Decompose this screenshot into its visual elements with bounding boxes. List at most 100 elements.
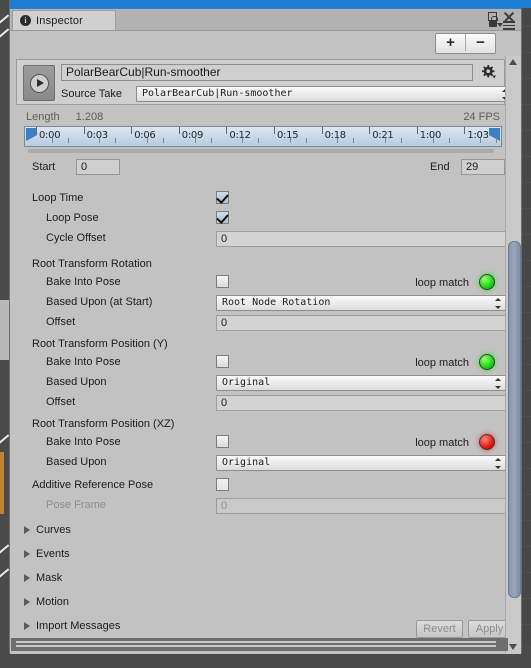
root-position-xz-loopmatch-indicator — [479, 434, 495, 450]
clip-name-input[interactable]: PolarBearCub|Run-smoother — [61, 64, 473, 81]
ruler-minor-tick — [400, 138, 402, 143]
root-position-y-offset-row: Offset 0 — [10, 395, 507, 413]
ruler-minor-tick — [432, 138, 434, 143]
root-position-xz-basedupon-dropdown[interactable]: Original — [216, 455, 506, 471]
root-rotation-offset-label: Offset — [46, 316, 76, 328]
lock-icon[interactable] — [489, 16, 498, 27]
clip-length-row: Length 1.208 24 FPS — [26, 110, 500, 124]
cycle-offset-input[interactable]: 0 — [216, 231, 506, 247]
ruler-minor-tick — [337, 138, 339, 143]
foldout-label: Mask — [36, 572, 63, 584]
start-label: Start — [32, 161, 56, 173]
root-position-y-basedupon-dropdown[interactable]: Original — [216, 375, 506, 391]
foldout-curves[interactable]: Curves — [24, 522, 71, 538]
end-label: End — [430, 161, 450, 173]
root-position-xz-basedupon-row: Based Upon Original — [10, 455, 507, 473]
cycle-offset-label: Cycle Offset — [46, 232, 106, 244]
ruler-minor-tick — [242, 138, 244, 143]
gear-icon[interactable] — [482, 65, 496, 79]
ruler-tick — [178, 127, 180, 134]
tab-inspector-label: Inspector — [36, 14, 84, 27]
root-rotation-bake-checkbox[interactable] — [216, 275, 229, 288]
root-position-y-offset-input[interactable]: 0 — [216, 395, 506, 411]
background-left-accent — [0, 452, 4, 514]
additive-reference-pose-checkbox[interactable] — [216, 478, 229, 491]
ruler-tick — [369, 127, 371, 134]
root-position-xz-header: Root Transform Position (XZ) — [10, 417, 507, 435]
info-icon: i — [20, 15, 31, 26]
timeline-ruler[interactable]: 0:00 0:03 0:06 0:09 0:12 0:15 0:18 0:21 1:00 1:03 — [24, 126, 502, 147]
root-rotation-basedupon-dropdown[interactable]: Root Node Rotation — [216, 295, 506, 311]
ruler-minor-tick — [289, 138, 291, 143]
preview-play-button[interactable] — [23, 65, 55, 101]
root-position-xz-basedupon-value: Original — [216, 455, 506, 471]
loop-pose-checkbox[interactable] — [216, 211, 229, 224]
loop-time-checkbox[interactable] — [216, 191, 229, 204]
root-rotation-loopmatch-indicator — [479, 274, 495, 290]
range-end-handle[interactable] — [489, 128, 500, 141]
root-rotation-offset-input[interactable]: 0 — [216, 315, 506, 331]
root-position-xz-bake-label: Bake Into Pose — [46, 436, 121, 448]
root-position-y-loopmatch-indicator — [479, 354, 495, 370]
chevron-right-icon — [24, 574, 30, 582]
tab-inspector[interactable]: i Inspector — [12, 10, 116, 30]
foldout-motion[interactable]: Motion — [24, 594, 69, 610]
ruler-minor-tick — [385, 138, 387, 143]
window-bottom-bar — [11, 638, 508, 651]
root-rotation-bake-row: Bake Into Pose loop match — [10, 274, 507, 293]
ruler-minor-tick — [99, 138, 101, 143]
ruler-tick-label: 0:06 — [134, 130, 156, 141]
ruler-tick — [274, 127, 275, 134]
foldout-mask[interactable]: Mask — [24, 570, 62, 586]
fps-value: 24 FPS — [463, 111, 500, 123]
scrollbar-thumb[interactable] — [508, 241, 521, 598]
ruler-tick-label: 0:18 — [324, 130, 347, 141]
preset-toolbar: + − — [10, 31, 521, 56]
clip-header-card: PolarBearCub|Run-smoother Source Take Po… — [16, 59, 513, 105]
chevron-right-icon — [24, 526, 30, 534]
tab-strip: i Inspector — [10, 9, 521, 31]
source-take-row: Source Take PolarBearCub|Run-smoother — [61, 85, 513, 102]
hamburger-menu-icon[interactable] — [503, 21, 515, 30]
add-button[interactable]: + — [436, 34, 465, 51]
root-position-xz-loopmatch-label: loop match — [415, 437, 469, 449]
scroll-down-icon[interactable] — [509, 644, 517, 650]
root-position-xz-bake-checkbox[interactable] — [216, 435, 229, 448]
timeline-horizontal-scrollbar[interactable] — [28, 149, 494, 153]
vertical-scrollbar[interactable] — [505, 56, 521, 654]
foldout-import-messages[interactable]: Import Messages — [24, 618, 120, 634]
start-input[interactable]: 0 — [76, 159, 120, 175]
source-take-label: Source Take — [61, 87, 122, 100]
foldout-events[interactable]: Events — [24, 546, 70, 562]
root-position-y-basedupon-label: Based Upon — [46, 376, 107, 388]
cycle-offset-row: Cycle Offset 0 — [10, 231, 507, 249]
scroll-up-icon[interactable] — [509, 59, 517, 65]
remove-button[interactable]: − — [465, 34, 495, 51]
inspector-content: PolarBearCub|Run-smoother Source Take Po… — [10, 56, 521, 654]
ruler-tick — [416, 127, 418, 134]
length-label: Length — [26, 111, 60, 123]
additive-reference-pose-label: Additive Reference Pose — [32, 479, 154, 491]
root-position-y-basedupon-value: Original — [216, 375, 506, 391]
root-position-y-bake-row: Bake Into Pose loop match — [10, 354, 507, 373]
ruler-tick-label: 1:00 — [419, 130, 442, 141]
ruler-minor-tick — [210, 138, 212, 143]
pose-frame-label: Pose Frame — [46, 499, 106, 511]
revert-button[interactable]: Revert — [416, 620, 463, 638]
ruler-minor-tick — [480, 138, 482, 143]
background-left-panel — [0, 300, 9, 360]
source-take-dropdown[interactable]: PolarBearCub|Run-smoother — [136, 85, 513, 102]
end-input[interactable]: 29 — [461, 159, 505, 175]
foldout-label: Events — [36, 548, 70, 560]
ruler-tick — [131, 127, 133, 134]
root-position-y-bake-checkbox[interactable] — [216, 355, 229, 368]
root-position-xz-title: Root Transform Position (XZ) — [32, 418, 175, 430]
root-position-y-header: Root Transform Position (Y) — [10, 337, 507, 355]
background-top-bar — [0, 0, 531, 8]
ruler-minor-tick — [115, 138, 117, 143]
ruler-minor-tick — [353, 138, 355, 143]
updown-arrows-icon — [494, 458, 501, 469]
range-row: Start 0 End 29 — [10, 159, 507, 177]
length-value: 1.208 — [75, 111, 104, 123]
ruler-minor-tick — [51, 138, 53, 143]
